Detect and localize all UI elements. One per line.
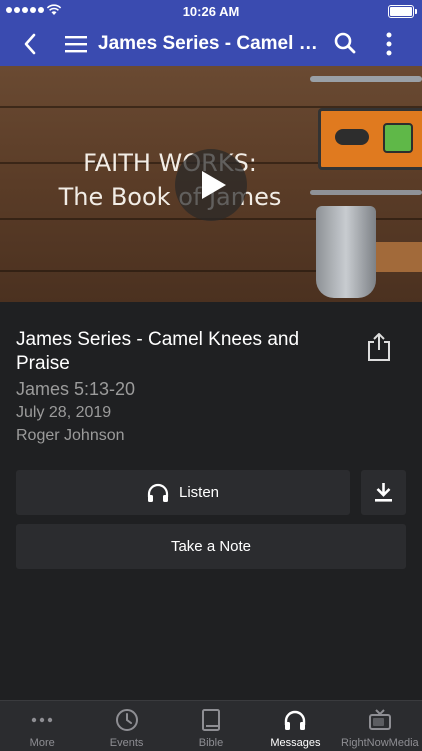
listen-label: Listen — [178, 484, 220, 501]
tab-label: Messages — [270, 737, 321, 749]
status-time: 10:26 AM — [182, 4, 240, 19]
message-speaker: Roger Johnson — [16, 427, 125, 444]
page-title: James Series - Camel Kne... — [98, 33, 320, 54]
more-dots-icon — [32, 717, 53, 723]
hammer-head-image — [316, 206, 376, 298]
clock-icon — [115, 709, 138, 731]
tab-label: Bible — [198, 737, 224, 749]
tab-more[interactable]: More — [0, 701, 84, 751]
tab-bible[interactable]: Bible — [169, 701, 253, 751]
tab-label: More — [29, 737, 55, 749]
search-icon[interactable] — [334, 32, 356, 54]
status-bar: 10:26 AM — [0, 0, 422, 22]
screwdriver-image — [310, 76, 422, 82]
hamburger-menu-icon[interactable] — [64, 34, 88, 54]
message-date: July 28, 2019 — [16, 404, 112, 421]
video-thumbnail[interactable]: FAITH WORKS: The Book of James — [0, 66, 422, 302]
play-button[interactable] — [175, 149, 247, 221]
play-icon — [202, 171, 226, 199]
headphones-icon — [147, 483, 169, 502]
download-button[interactable] — [361, 470, 406, 515]
screwdriver-image — [310, 190, 422, 195]
bottom-tab-bar: More Events Bible Messages RightNowMedia — [0, 700, 422, 751]
nav-bar: James Series - Camel Kne... — [0, 22, 422, 66]
artwork-line-2: The Book of James — [58, 183, 282, 211]
tab-events[interactable]: Events — [84, 701, 168, 751]
tv-icon — [368, 709, 391, 730]
listen-button[interactable]: Listen — [16, 470, 350, 515]
tab-rightnowmedia[interactable]: RightNowMedia — [338, 701, 422, 751]
tab-label: Events — [109, 737, 144, 749]
battery-icon — [388, 5, 417, 18]
tab-label: RightNowMedia — [341, 737, 419, 749]
share-icon[interactable] — [366, 332, 392, 362]
take-a-note-label: Take a Note — [170, 538, 252, 555]
tab-messages[interactable]: Messages — [253, 701, 337, 751]
take-a-note-button[interactable]: Take a Note — [16, 524, 406, 569]
back-chevron-icon[interactable] — [22, 32, 38, 56]
download-icon — [375, 483, 392, 502]
message-title: James Series - Camel Knees and Praise — [16, 329, 300, 374]
headphones-icon — [285, 710, 306, 730]
sermon-series-artwork-text: FAITH WORKS: The Book of James — [40, 146, 300, 214]
message-scripture: James 5:13-20 — [16, 379, 136, 399]
level-tool-image — [318, 108, 422, 170]
artwork-line-1: FAITH WORKS: — [83, 149, 257, 177]
book-icon — [202, 709, 221, 731]
more-vertical-icon[interactable] — [385, 31, 393, 57]
